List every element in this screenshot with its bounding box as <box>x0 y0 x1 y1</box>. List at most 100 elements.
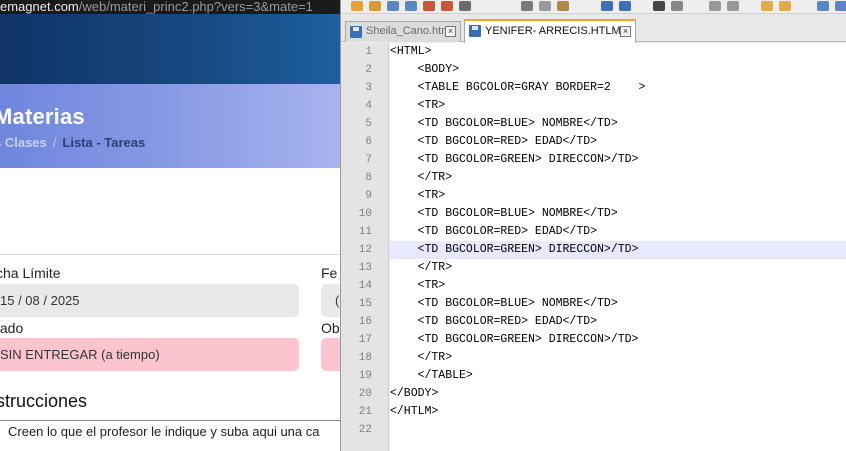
replace-icon[interactable] <box>671 1 683 11</box>
code-line-text[interactable]: <TD BGCOLOR=GREEN> DIRECCON>/TD> <box>390 241 639 259</box>
tab-label: Sheila_Cano.html <box>366 25 453 37</box>
code-line-text[interactable]: <TD BGCOLOR=GREEN> DIRECCON>/TD> <box>390 331 639 349</box>
copy-icon[interactable] <box>539 1 551 11</box>
code-line-text[interactable]: <TD BGCOLOR=RED> EDAD</TD> <box>390 133 597 151</box>
close-tab-icon[interactable]: × <box>445 26 456 37</box>
code-line-text[interactable]: <TR> <box>390 187 446 205</box>
instructions-title: strucciones <box>0 391 88 411</box>
breadcrumb-classes[interactable]: s Clases <box>0 135 47 150</box>
line-number: 14 <box>358 280 372 292</box>
line-number: 1 <box>365 46 372 58</box>
word-wrap-icon[interactable] <box>817 1 829 11</box>
code-line-text[interactable]: <BODY> <box>390 61 459 79</box>
code-line-text[interactable]: <TD BGCOLOR=RED> EDAD</TD> <box>390 223 597 241</box>
code-line-text[interactable]: <HTML> <box>390 43 431 61</box>
line-number: 20 <box>358 388 372 400</box>
zoom-in-icon[interactable] <box>709 1 721 11</box>
browser-page: emagnet.com/web/materi_princ2.php?vers=3… <box>0 0 340 451</box>
undo-icon[interactable] <box>601 1 613 11</box>
line-number: 8 <box>365 172 372 184</box>
obs-label: Ob <box>321 320 340 336</box>
line-number: 19 <box>358 370 372 382</box>
line-number: 4 <box>365 100 372 112</box>
page-header: Materias s Clases / Lista - Tareas <box>0 84 340 168</box>
line-number: 16 <box>358 316 372 328</box>
url-path: /web/materi_princ2.php?vers=3&mate=1 <box>78 0 313 14</box>
line-number: 17 <box>358 334 372 346</box>
editor-tabs: Sheila_Cano.html × YENIFER- ARRECIS.HTLM… <box>341 14 846 43</box>
line-number: 2 <box>365 64 372 76</box>
code-line-text[interactable]: <TD BGCOLOR=GREEN> DIRECCON>/TD> <box>390 151 639 169</box>
code-line-text[interactable]: </HTLM> <box>390 403 438 421</box>
line-number: 11 <box>358 226 372 238</box>
line-number: 6 <box>365 136 372 148</box>
instructions-divider <box>0 420 340 421</box>
code-line-text[interactable]: <TABLE BGCOLOR=GRAY BORDER=2 > <box>390 79 646 97</box>
screen: emagnet.com/web/materi_princ2.php?vers=3… <box>0 0 846 451</box>
tab-yenifer-arrecis[interactable]: YENIFER- ARRECIS.HTLM × <box>464 19 636 43</box>
zoom-out-icon[interactable] <box>727 1 739 11</box>
line-number: 5 <box>365 118 372 130</box>
file-saved-icon <box>350 26 362 38</box>
line-number: 12 <box>358 244 372 256</box>
line-number: 22 <box>358 424 372 436</box>
address-bar[interactable]: emagnet.com/web/materi_princ2.php?vers=3… <box>0 0 340 14</box>
line-number: 7 <box>365 154 372 166</box>
url-host: emagnet.com <box>0 0 79 14</box>
status-field: SIN ENTREGAR (a tiempo) <box>0 338 299 371</box>
code-line-text[interactable]: <TR> <box>390 97 446 115</box>
status-label: tado <box>0 320 24 336</box>
breadcrumb: s Clases / Lista - Tareas <box>0 135 145 150</box>
line-number: 15 <box>358 298 372 310</box>
redo-icon[interactable] <box>619 1 631 11</box>
cut-icon[interactable] <box>521 1 533 11</box>
paste-icon[interactable] <box>557 1 569 11</box>
tab-label: YENIFER- ARRECIS.HTLM <box>485 25 621 37</box>
code-line-text[interactable]: </TR> <box>390 259 453 277</box>
sync-scroll-v-icon[interactable] <box>761 1 773 11</box>
code-line-text[interactable]: <TD BGCOLOR=BLUE> NOMBRE</TD> <box>390 115 618 133</box>
other-date-field: ( <box>321 284 340 317</box>
editor-toolbar <box>341 0 846 14</box>
line-number: 9 <box>365 190 372 202</box>
breadcrumb-current: Lista - Tareas <box>62 135 146 150</box>
find-icon[interactable] <box>653 1 665 11</box>
instructions-text: Creen lo que el profesor le indique y su… <box>8 424 320 439</box>
code-line-text[interactable]: <TR> <box>390 277 446 295</box>
show-all-chars-icon[interactable] <box>835 1 846 11</box>
content-divider <box>0 254 340 255</box>
page-title: Materias <box>0 104 85 129</box>
code-line-text[interactable]: </TABLE> <box>390 367 473 385</box>
save-icon[interactable] <box>387 1 399 11</box>
open-file-icon[interactable] <box>369 1 381 11</box>
code-line-text[interactable]: </TR> <box>390 169 453 187</box>
other-date-value: ( <box>335 293 340 308</box>
code-line-text[interactable]: <TD BGCOLOR=BLUE> NOMBRE</TD> <box>390 205 618 223</box>
code-line-text[interactable]: <TD BGCOLOR=BLUE> NOMBRE</TD> <box>390 295 618 313</box>
content-spacer <box>0 168 340 254</box>
deadline-value: 15 / 08 / 2025 <box>0 293 80 308</box>
line-number: 13 <box>358 262 372 274</box>
deadline-field: 15 / 08 / 2025 <box>0 284 299 317</box>
breadcrumb-separator: / <box>52 135 57 150</box>
file-saved-icon <box>469 25 481 37</box>
site-banner <box>0 14 340 84</box>
sync-scroll-h-icon[interactable] <box>779 1 791 11</box>
new-file-icon[interactable] <box>351 1 363 11</box>
save-all-icon[interactable] <box>405 1 417 11</box>
close-tab-icon[interactable]: × <box>620 26 631 37</box>
line-number: 21 <box>358 406 372 418</box>
tab-sheila-cano[interactable]: Sheila_Cano.html × <box>345 21 461 42</box>
print-icon[interactable] <box>459 1 471 11</box>
line-number: 18 <box>358 352 372 364</box>
code-line-text[interactable]: </BODY> <box>390 385 438 403</box>
close-file-icon[interactable] <box>423 1 435 11</box>
other-date-label: Fe <box>321 265 338 281</box>
code-line-text[interactable]: <TD BGCOLOR=RED> EDAD</TD> <box>390 313 597 331</box>
obs-field <box>321 338 340 371</box>
close-all-icon[interactable] <box>441 1 453 11</box>
line-number: 3 <box>365 82 372 94</box>
line-number: 10 <box>358 208 372 220</box>
code-line-text[interactable]: </TR> <box>390 349 453 367</box>
deadline-label: cha Límite <box>0 265 61 281</box>
